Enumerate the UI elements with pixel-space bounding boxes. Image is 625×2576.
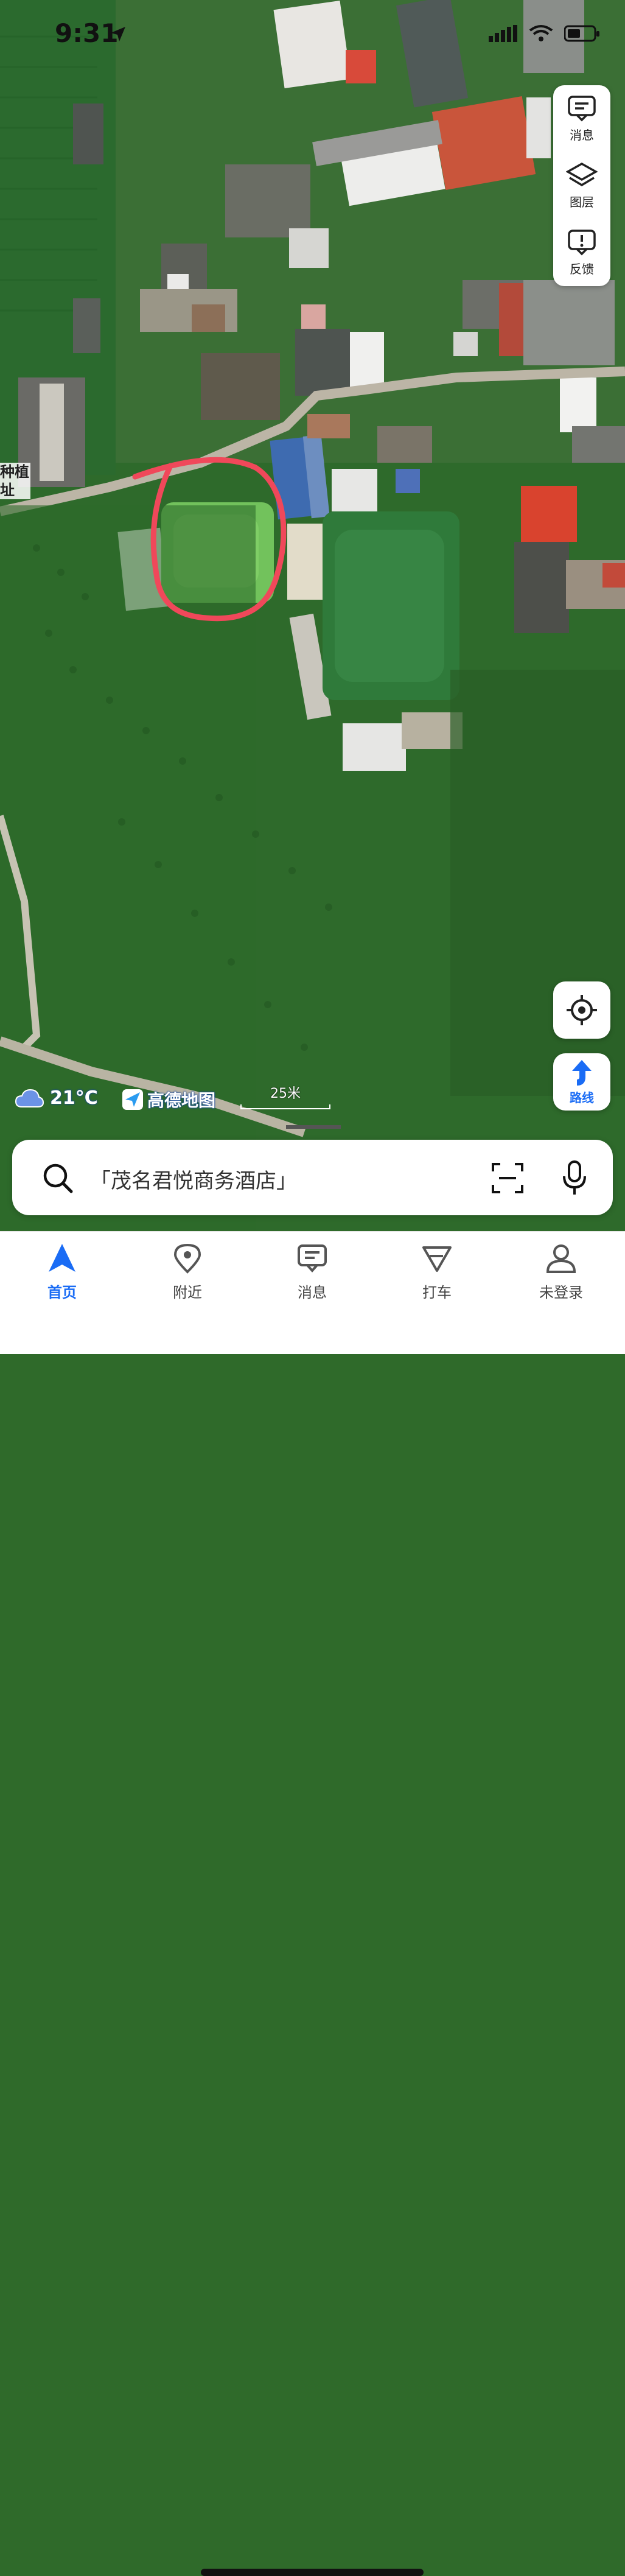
weather-temperature: 21°C (50, 1087, 98, 1109)
crosshair-locate-icon (567, 995, 597, 1025)
map-scale-bar (240, 1104, 330, 1109)
map-tools-panel: 消息 图层 反馈 (553, 85, 610, 286)
tab-messages-label: 消息 (298, 1284, 327, 1301)
messages-tool-button[interactable]: 消息 (553, 85, 610, 152)
scan-icon[interactable] (492, 1163, 523, 1193)
tab-nearby-label: 附近 (173, 1284, 202, 1301)
taxi-icon (422, 1246, 452, 1272)
map-scale: 25米 (240, 1083, 330, 1109)
tab-home-label: 首页 (47, 1284, 77, 1301)
status-time: 9:31 (55, 18, 119, 48)
cellular-signal-icon (489, 25, 517, 42)
search-bar[interactable]: 「茂名君悦商务酒店」 (12, 1140, 613, 1215)
bottom-tab-bar: 首页 附近 消息 打车 未登录 (0, 1231, 625, 2576)
amap-brand-text: 高德地图 (147, 1090, 216, 1111)
tab-profile[interactable]: 未登录 (519, 1243, 604, 1302)
message-icon (568, 95, 596, 121)
feedback-tool-label: 反馈 (570, 261, 594, 276)
map-scale-text: 25米 (270, 1086, 301, 1101)
place-label[interactable]: 种植 址 (0, 463, 30, 499)
route-button[interactable]: 路线 (553, 1053, 610, 1111)
amap-logo-icon (122, 1089, 143, 1110)
layers-icon (566, 162, 598, 186)
route-arrow-icon (572, 1059, 592, 1086)
feedback-tool-button[interactable]: 反馈 (553, 219, 610, 286)
search-icon (43, 1163, 73, 1193)
tab-taxi[interactable]: 打车 (394, 1243, 480, 1302)
user-icon (546, 1244, 576, 1273)
layers-tool-button[interactable]: 图层 (553, 152, 610, 219)
wifi-icon (529, 25, 553, 41)
microphone-icon[interactable] (562, 1160, 587, 1196)
weather-widget[interactable]: 21°C (15, 1087, 98, 1109)
messages-tool-label: 消息 (570, 127, 594, 142)
home-nav-icon (49, 1244, 75, 1272)
home-indicator (201, 2569, 424, 2576)
cloud-icon (15, 1089, 44, 1107)
battery-icon (564, 25, 599, 42)
amap-brand: 高德地图 (122, 1087, 215, 1112)
tab-nearby[interactable]: 附近 (145, 1243, 230, 1302)
location-pin-icon (173, 1243, 201, 1274)
status-bar: 9:31 (0, 0, 625, 73)
satellite-map[interactable]: 种植 址 9:31 消息 图层 反馈 路线 21°C 高德地图 25米 (0, 0, 625, 1230)
satellite-imagery (0, 0, 625, 1230)
feedback-icon (568, 229, 596, 255)
locate-me-button[interactable] (553, 981, 610, 1039)
route-label: 路线 (570, 1090, 594, 1105)
tab-taxi-label: 打车 (422, 1284, 452, 1301)
tab-messages[interactable]: 消息 (270, 1243, 355, 1302)
layers-tool-label: 图层 (570, 194, 594, 209)
tab-home[interactable]: 首页 (19, 1243, 105, 1302)
message-icon (298, 1244, 327, 1273)
location-arrow-icon (111, 27, 125, 41)
tab-profile-label: 未登录 (539, 1284, 583, 1301)
search-placeholder: 「茂名君悦商务酒店」 (90, 1169, 297, 1193)
